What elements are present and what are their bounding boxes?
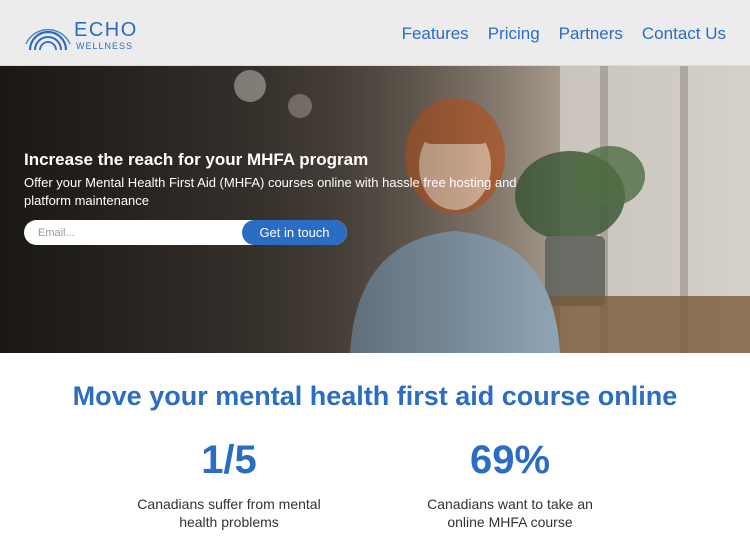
logo-name: ECHO <box>74 19 138 41</box>
hero-subtitle: Offer your Mental Health First Aid (MHFA… <box>24 175 517 208</box>
stat-card: 1/5 Canadians suffer from mental health … <box>129 437 329 531</box>
main-nav: Features Pricing Partners Contact Us <box>402 24 726 44</box>
stat-description: Canadians suffer from mental health prob… <box>137 496 321 530</box>
stats-section: Move your mental health first aid course… <box>0 353 750 560</box>
email-input[interactable] <box>24 220 244 245</box>
nav-contact-us[interactable]: Contact Us <box>642 24 726 44</box>
hero-title: Increase the reach for your MHFA program <box>24 150 369 169</box>
site-header: ECHO WELLNESS Features Pricing Partners … <box>0 0 750 66</box>
stat-value: 69% <box>469 438 551 482</box>
get-in-touch-button[interactable]: Get in touch <box>242 220 347 245</box>
logo-tagline: WELLNESS <box>76 41 134 51</box>
stat-value: 1/5 <box>201 438 257 482</box>
section-title: Move your mental health first aid course… <box>72 381 678 411</box>
stat-card: 69% Canadians want to take an online MHF… <box>410 437 610 531</box>
nav-pricing[interactable]: Pricing <box>488 24 540 44</box>
hero-banner: Increase the reach for your MHFA program… <box>0 66 750 353</box>
stat-description: Canadians want to take an online MHFA co… <box>427 496 593 530</box>
echo-logo-icon <box>25 28 71 51</box>
echo-wellness-logo[interactable]: ECHO WELLNESS <box>24 10 144 56</box>
nav-partners[interactable]: Partners <box>559 24 623 44</box>
nav-features[interactable]: Features <box>402 24 469 44</box>
email-signup-form: Get in touch <box>24 220 347 245</box>
